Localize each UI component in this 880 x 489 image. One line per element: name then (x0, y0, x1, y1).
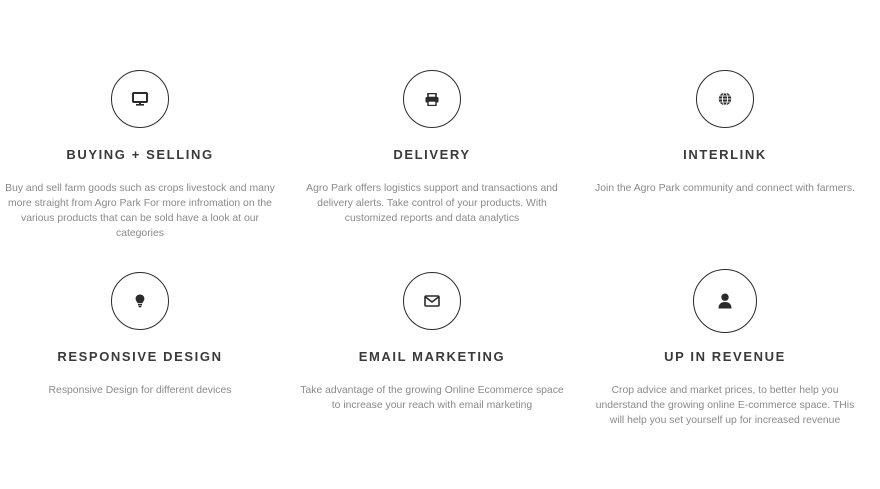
feature-description: Buy and sell farm goods such as crops li… (5, 183, 275, 239)
feature-description: Join the Agro Park community and connect… (595, 183, 855, 194)
user-icon (693, 269, 757, 333)
feature-responsive-design: RESPONSIVE DESIGN Responsive Design for … (0, 272, 280, 398)
printer-icon (403, 70, 461, 128)
lightbulb-icon (111, 272, 169, 330)
feature-title: EMAIL MARKETING (358, 349, 506, 364)
feature-description: Responsive Design for different devices (48, 385, 232, 396)
globe-icon (696, 70, 754, 128)
feature-title: INTERLINK (683, 147, 767, 162)
feature-title: UP IN REVENUE (664, 349, 786, 364)
monitor-icon (111, 70, 169, 128)
feature-title: DELIVERY (393, 147, 471, 162)
feature-description: Take advantage of the growing Online Eco… (300, 385, 564, 411)
feature-title: BUYING + SELLING (66, 147, 214, 162)
feature-email-marketing: EMAIL MARKETING Take advantage of the gr… (292, 272, 572, 413)
feature-buying-selling: BUYING + SELLING Buy and sell farm goods… (0, 70, 280, 241)
feature-up-in-revenue: UP IN REVENUE Crop advice and market pri… (585, 269, 865, 428)
feature-title: RESPONSIVE DESIGN (57, 349, 223, 364)
feature-delivery: DELIVERY Agro Park offers logistics supp… (292, 70, 572, 226)
feature-description: Crop advice and market prices, to better… (595, 385, 855, 426)
envelope-icon (403, 272, 461, 330)
feature-interlink: INTERLINK Join the Agro Park community a… (585, 70, 865, 196)
feature-description: Agro Park offers logistics support and t… (306, 183, 558, 224)
